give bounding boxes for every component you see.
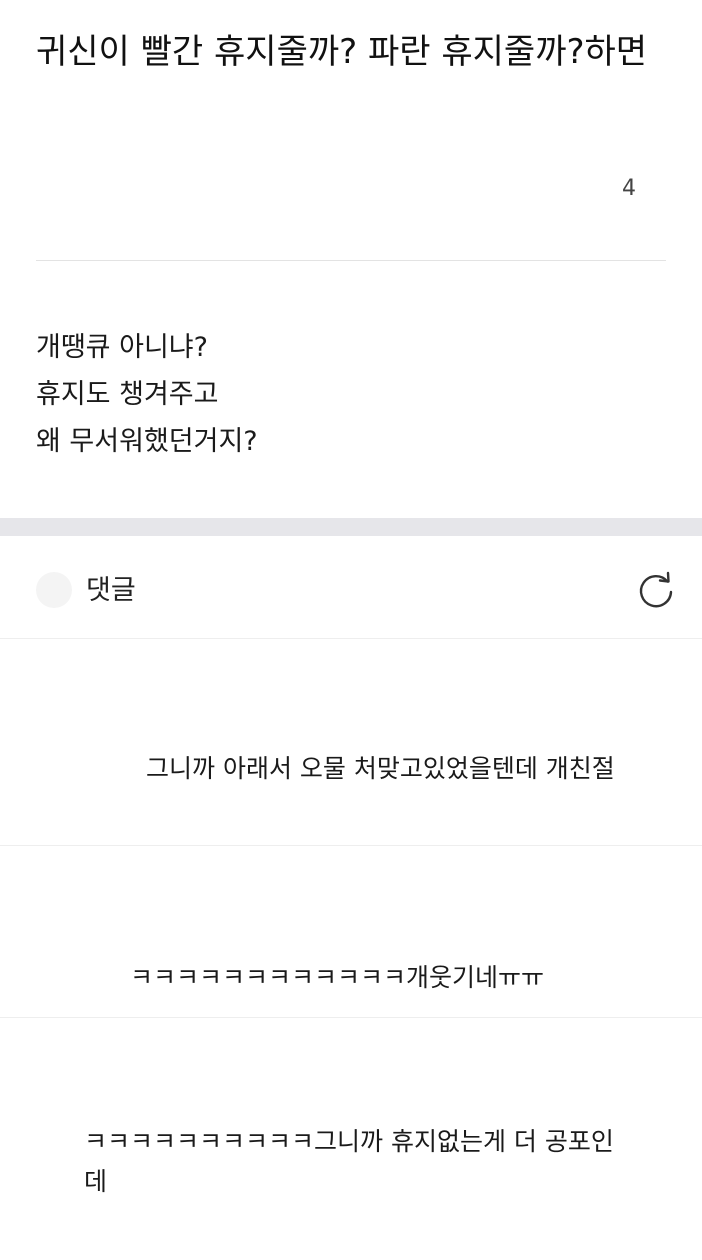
refresh-icon[interactable] [636, 570, 676, 610]
comments-label: 댓글 [86, 575, 136, 606]
post-body-line: 왜 무서워했던거지? [36, 426, 258, 457]
comment-item[interactable]: ㅋㅋㅋㅋㅋㅋㅋㅋㅋㅋㅋㅋ개웃기네ㅠㅠ [0, 846, 702, 1018]
comment-count: 4 [622, 176, 636, 201]
comment-item[interactable]: ㅋㅋㅋㅋㅋㅋㅋㅋㅋㅋ그니까 휴지없는게 더 공포인데 [0, 1018, 702, 1260]
comment-text: ㅋㅋㅋㅋㅋㅋㅋㅋㅋㅋ그니까 휴지없는게 더 공포인데 [84, 1127, 614, 1196]
post-body: 개땡큐 아니냐? 휴지도 챙겨주고 왜 무서워했던거지? [36, 324, 666, 465]
title-divider [36, 260, 666, 261]
comments-header: 댓글 [0, 536, 702, 639]
post-body-line: 휴지도 챙겨주고 [36, 379, 219, 410]
comment-text: 그니까 아래서 오물 처맞고있었을텐데 개친절 [146, 754, 615, 783]
comment-text: ㅋㅋㅋㅋㅋㅋㅋㅋㅋㅋㅋㅋ개웃기네ㅠㅠ [130, 963, 545, 992]
section-divider [0, 518, 702, 536]
avatar [36, 572, 72, 608]
post-title: 귀신이 빨간 휴지줄까? 파란 휴지줄까?하면 [36, 32, 648, 72]
comment-item[interactable]: 그니까 아래서 오물 처맞고있었을텐데 개친절 [0, 639, 702, 846]
post-body-line: 개땡큐 아니냐? [36, 332, 208, 363]
